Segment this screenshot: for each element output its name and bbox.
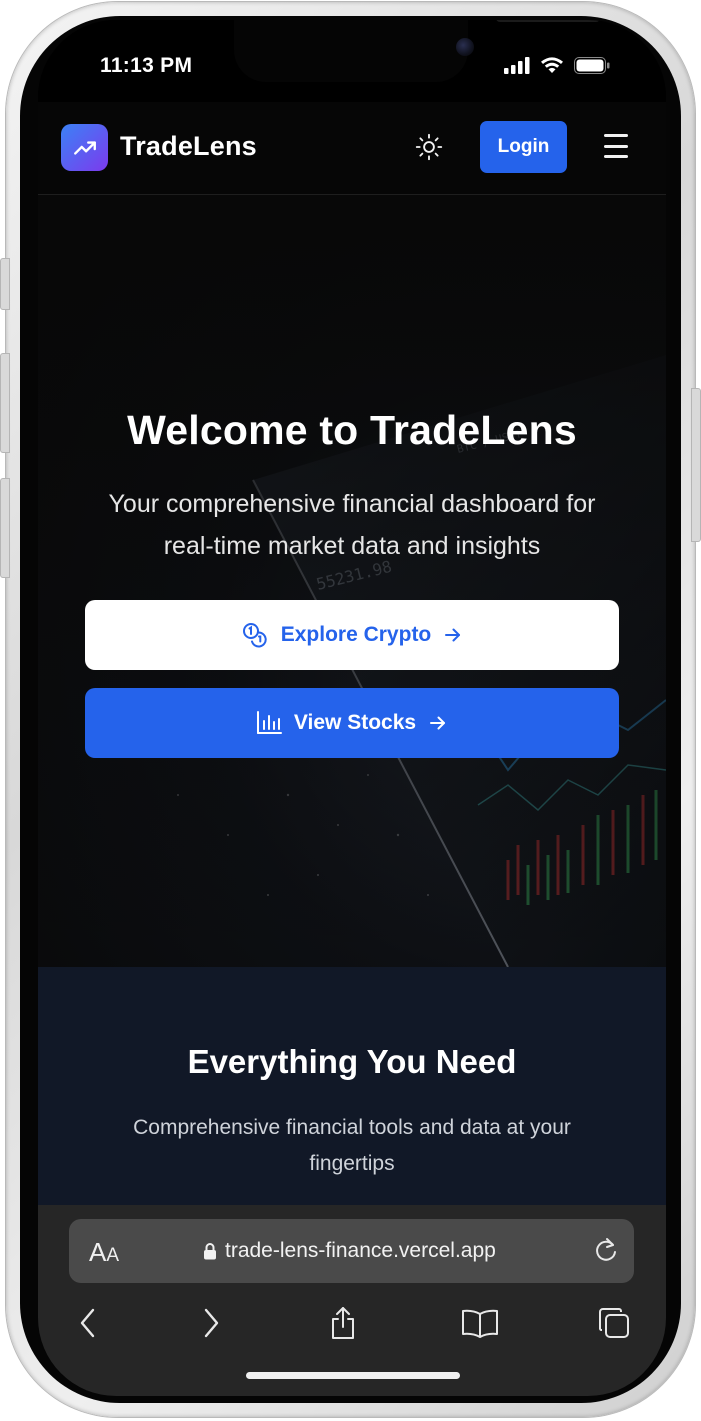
signal-icon xyxy=(504,56,530,74)
phone-screen: 11:13 PM TradeLens Login Welcome to Trad… xyxy=(38,20,666,1396)
hero-section: 55231.98 BTC / USDT xyxy=(38,195,666,967)
reload-icon xyxy=(596,1238,616,1261)
bookmarks-icon xyxy=(462,1309,498,1338)
bar-chart-icon xyxy=(256,711,282,735)
login-button[interactable]: Login xyxy=(480,121,567,173)
tabs-button[interactable] xyxy=(592,1301,636,1345)
view-stocks-button[interactable]: View Stocks xyxy=(85,688,619,758)
reader-settings-button[interactable]: AA xyxy=(89,1237,119,1268)
features-subtitle: Comprehensive financial tools and data a… xyxy=(133,1116,571,1175)
reader-label-big: A xyxy=(89,1237,107,1267)
address-bar[interactable]: AA trade-lens-finance.vercel.app xyxy=(69,1219,634,1283)
power-button xyxy=(691,388,701,542)
home-indicator xyxy=(246,1372,460,1379)
brand-name[interactable]: TradeLens xyxy=(120,131,257,162)
view-stocks-label: View Stocks xyxy=(293,711,417,734)
reload-button[interactable] xyxy=(592,1236,620,1264)
reader-label-small: A xyxy=(106,1245,120,1266)
theme-toggle-button[interactable] xyxy=(413,131,445,163)
coins-icon xyxy=(241,622,269,648)
forward-icon xyxy=(204,1308,219,1338)
hero-background-image: 55231.98 BTC / USDT xyxy=(38,195,666,967)
action-button xyxy=(0,258,10,310)
status-bar: 11:13 PM xyxy=(38,20,666,102)
browser-nav-toolbar xyxy=(38,1301,666,1345)
hero-title: Welcome to TradeLens xyxy=(127,407,577,453)
trending-up-icon xyxy=(73,140,96,155)
forward-button[interactable] xyxy=(189,1301,233,1345)
hero-subtitle: Your comprehensive financial dashboard f… xyxy=(108,490,596,560)
url-text: trade-lens-finance.vercel.app xyxy=(225,1239,496,1262)
bookmarks-button[interactable] xyxy=(458,1301,502,1345)
share-icon xyxy=(332,1307,354,1339)
volume-up-button xyxy=(0,353,10,453)
tabs-icon xyxy=(598,1308,629,1338)
status-icons xyxy=(504,56,610,74)
browser-toolbar: AA trade-lens-finance.vercel.app xyxy=(38,1205,666,1396)
notch xyxy=(234,20,600,82)
speaker xyxy=(496,20,600,22)
wifi-icon xyxy=(541,57,563,73)
sun-icon xyxy=(415,133,443,161)
volume-down-button xyxy=(0,478,10,578)
battery-icon xyxy=(574,56,610,74)
explore-crypto-label: Explore Crypto xyxy=(280,623,432,646)
menu-icon[interactable] xyxy=(604,134,628,158)
arrow-right-icon xyxy=(428,713,448,733)
lock-icon xyxy=(204,1243,216,1260)
features-title: Everything You Need xyxy=(187,1043,517,1080)
logo[interactable] xyxy=(61,124,108,171)
app-navbar: TradeLens Login xyxy=(38,102,666,195)
back-button[interactable] xyxy=(66,1301,110,1345)
features-section: Everything You Need Comprehensive financ… xyxy=(38,967,666,1207)
back-icon xyxy=(80,1308,95,1338)
share-button[interactable] xyxy=(321,1301,365,1345)
url-display[interactable]: trade-lens-finance.vercel.app xyxy=(203,1239,496,1263)
explore-crypto-button[interactable]: Explore Crypto xyxy=(85,600,619,670)
status-time: 11:13 PM xyxy=(100,54,193,77)
arrow-right-icon xyxy=(443,625,463,645)
front-camera xyxy=(456,38,474,56)
